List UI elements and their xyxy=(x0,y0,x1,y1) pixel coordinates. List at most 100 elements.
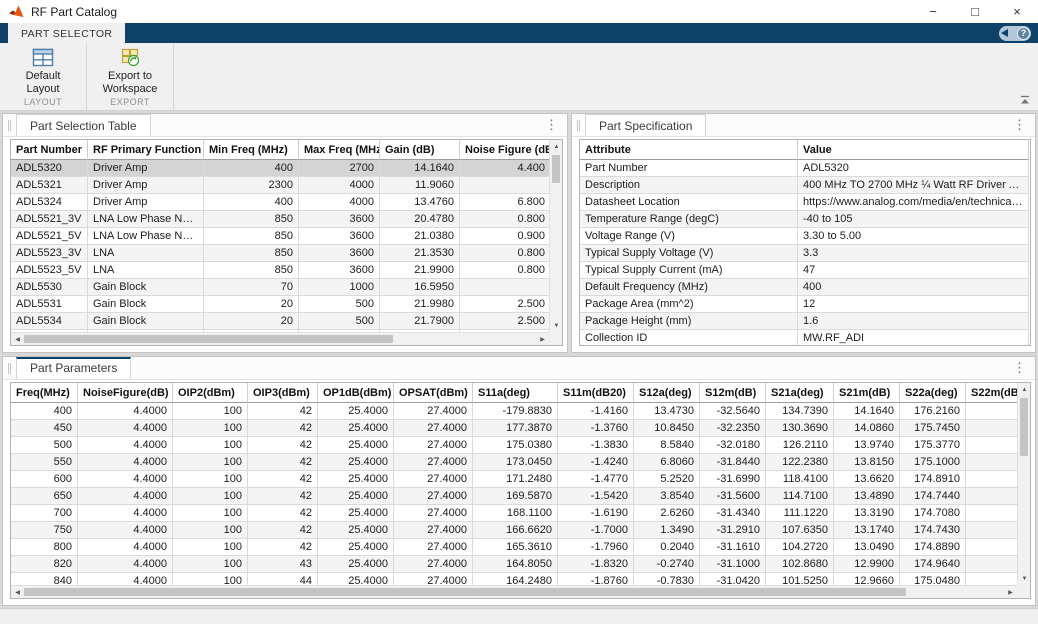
table-cell[interactable]: Driver Amp xyxy=(88,160,204,177)
table-cell[interactable]: 12 xyxy=(798,296,1029,313)
table-cell[interactable]: 43 xyxy=(248,556,318,573)
table-cell[interactable] xyxy=(966,488,1017,505)
table-cell[interactable]: 27.4000 xyxy=(394,556,473,573)
table-cell[interactable]: 25.4000 xyxy=(318,522,394,539)
table-cell[interactable]: 6.8060 xyxy=(634,454,700,471)
table-cell[interactable]: Collection ID xyxy=(580,330,798,345)
table-cell[interactable] xyxy=(966,505,1017,522)
table-cell[interactable]: https://www.analog.com/media/en/technica… xyxy=(798,194,1029,211)
scrollbar-thumb[interactable] xyxy=(24,335,393,343)
table-cell[interactable]: 100 xyxy=(173,573,248,585)
table-cell[interactable]: 25.4000 xyxy=(318,556,394,573)
table-cell[interactable]: 21.0380 xyxy=(380,228,460,245)
panel-drag-handle-icon[interactable] xyxy=(577,120,580,131)
table-cell[interactable]: 25.4000 xyxy=(318,420,394,437)
table-cell[interactable]: 4.4000 xyxy=(78,403,173,420)
table-cell[interactable]: 0.800 xyxy=(460,245,549,262)
table-cell[interactable]: 25.4000 xyxy=(318,539,394,556)
table-cell[interactable]: 118.4100 xyxy=(766,471,834,488)
table-cell[interactable] xyxy=(460,279,549,296)
scroll-right-icon[interactable]: ▶ xyxy=(1004,586,1017,599)
table-cell[interactable]: 3600 xyxy=(299,262,380,279)
table-cell[interactable]: 101.5250 xyxy=(766,573,834,585)
export-to-workspace-button[interactable]: Export to Workspace xyxy=(87,43,173,95)
table-cell[interactable]: 169.5870 xyxy=(473,488,558,505)
table-cell[interactable]: 100 xyxy=(173,488,248,505)
table-cell[interactable]: LNA Low Phase Noise xyxy=(88,211,204,228)
table-row[interactable]: Datasheet Locationhttps://www.analog.com… xyxy=(580,194,1029,211)
table-cell[interactable]: 130.3690 xyxy=(766,420,834,437)
column-header[interactable]: NoiseFigure(dB) xyxy=(78,383,173,403)
column-header[interactable]: S21a(deg) xyxy=(766,383,834,403)
table-cell[interactable]: 42 xyxy=(248,420,318,437)
table-cell[interactable]: 25.4000 xyxy=(318,437,394,454)
table-cell[interactable]: 4.400 xyxy=(460,160,549,177)
table-cell[interactable]: -1.4770 xyxy=(558,471,634,488)
column-header[interactable]: RF Primary Function xyxy=(88,140,204,160)
table-cell[interactable]: 100 xyxy=(173,403,248,420)
table-row[interactable]: Description400 MHz TO 2700 MHz ¼ Watt RF… xyxy=(580,177,1029,194)
column-header[interactable]: Part Number xyxy=(11,140,88,160)
table-cell[interactable]: ADL5531 xyxy=(11,296,88,313)
table-row[interactable]: 8204.40001004325.400027.4000164.8050-1.8… xyxy=(11,556,1017,573)
table-row[interactable]: 4004.40001004225.400027.4000-179.8830-1.… xyxy=(11,403,1017,420)
table-cell[interactable]: 4.4000 xyxy=(78,522,173,539)
table-cell[interactable]: 27.4000 xyxy=(394,471,473,488)
table-cell[interactable] xyxy=(966,471,1017,488)
table-cell[interactable]: -31.4340 xyxy=(700,505,766,522)
table-cell[interactable]: 400 MHz TO 2700 MHz ¼ Watt RF Driver Amp… xyxy=(798,177,1029,194)
table-cell[interactable]: 4.4000 xyxy=(78,488,173,505)
table-cell[interactable]: 3.3 xyxy=(798,245,1029,262)
table-cell[interactable]: 0.800 xyxy=(460,211,549,228)
table-cell[interactable]: 122.2380 xyxy=(766,454,834,471)
column-header[interactable]: Attribute xyxy=(580,140,798,160)
table-cell[interactable]: 820 xyxy=(11,556,78,573)
table-cell[interactable]: 12.9900 xyxy=(834,556,900,573)
table-cell[interactable] xyxy=(966,437,1017,454)
table-cell[interactable]: 850 xyxy=(204,228,299,245)
table-cell[interactable] xyxy=(460,177,549,194)
table-cell[interactable]: 164.2480 xyxy=(473,573,558,585)
table-cell[interactable]: 42 xyxy=(248,471,318,488)
table-cell[interactable]: 175.0480 xyxy=(900,573,966,585)
vertical-scrollbar[interactable]: ▲ ▼ xyxy=(549,140,562,332)
table-cell[interactable]: 650 xyxy=(11,488,78,505)
table-cell[interactable]: 27.4000 xyxy=(394,488,473,505)
table-cell[interactable]: 1000 xyxy=(299,279,380,296)
table-cell[interactable]: 25.4000 xyxy=(318,488,394,505)
table-cell[interactable]: Package Area (mm^2) xyxy=(580,296,798,313)
scrollbar-thumb[interactable] xyxy=(1020,398,1028,456)
table-cell[interactable]: -31.2910 xyxy=(700,522,766,539)
table-cell[interactable]: 165.3610 xyxy=(473,539,558,556)
table-cell[interactable]: 5.2520 xyxy=(634,471,700,488)
table-row[interactable]: Package Area (mm^2)12 xyxy=(580,296,1029,313)
table-cell[interactable]: 3600 xyxy=(299,245,380,262)
scroll-left-icon[interactable]: ◀ xyxy=(11,586,24,599)
table-cell[interactable]: 100 xyxy=(173,505,248,522)
table-cell[interactable]: -1.8760 xyxy=(558,573,634,585)
table-cell[interactable]: 173.0450 xyxy=(473,454,558,471)
table-cell[interactable]: 111.1220 xyxy=(766,505,834,522)
column-header[interactable]: S12a(deg) xyxy=(634,383,700,403)
table-cell[interactable]: 500 xyxy=(299,313,380,330)
table-cell[interactable]: 16.5950 xyxy=(380,279,460,296)
table-cell[interactable]: Temperature Range (degC) xyxy=(580,211,798,228)
table-row[interactable]: ADL5320Driver Amp400270014.16404.400 xyxy=(11,160,549,177)
table-cell[interactable]: 2300 xyxy=(204,177,299,194)
table-cell[interactable]: 21.7900 xyxy=(380,313,460,330)
table-cell[interactable]: 27.4000 xyxy=(394,420,473,437)
table-cell[interactable]: 168.1100 xyxy=(473,505,558,522)
minimize-icon[interactable]: − xyxy=(912,0,954,23)
table-row[interactable]: Typical Supply Current (mA)47 xyxy=(580,262,1029,279)
table-cell[interactable]: 400 xyxy=(11,403,78,420)
table-cell[interactable]: ADL5521_5V xyxy=(11,228,88,245)
table-row[interactable]: ADL5523_5VLNA850360021.99000.800 xyxy=(11,262,549,279)
column-header[interactable]: S22m(dB20) xyxy=(966,383,1017,403)
tab-part-selector[interactable]: PART SELECTOR xyxy=(8,23,125,43)
table-cell[interactable]: 20 xyxy=(204,313,299,330)
help-button[interactable]: ? xyxy=(999,23,1038,43)
table-cell[interactable]: 4.4000 xyxy=(78,505,173,522)
table-row[interactable]: Voltage Range (V)3.30 to 5.00 xyxy=(580,228,1029,245)
table-row[interactable]: 5504.40001004225.400027.4000173.0450-1.4… xyxy=(11,454,1017,471)
table-cell[interactable]: MW.RF_ADI xyxy=(798,330,1029,345)
